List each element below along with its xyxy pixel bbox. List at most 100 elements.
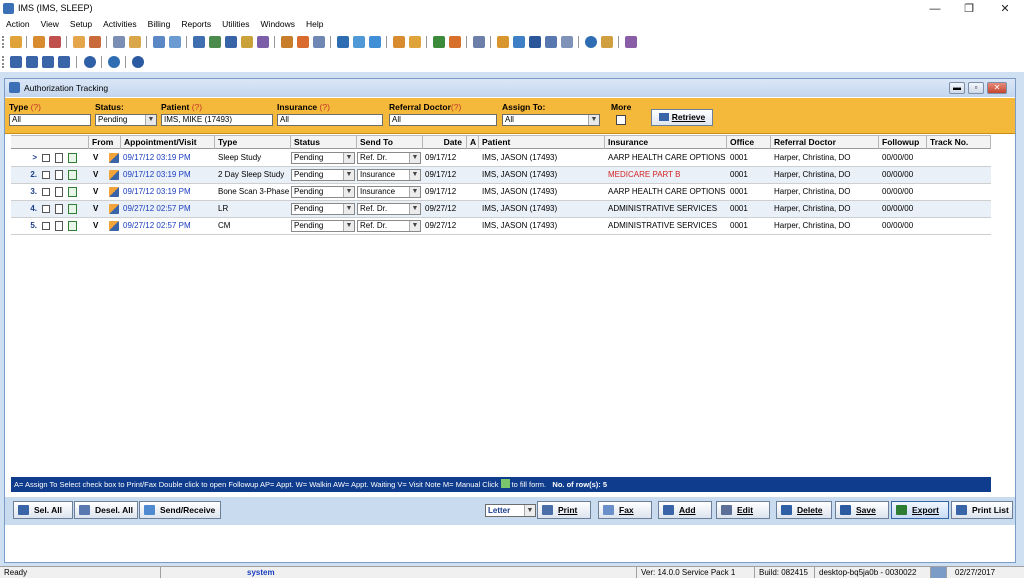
tools-icon[interactable] [297, 36, 309, 48]
chevron-down-icon[interactable]: ▼ [409, 153, 420, 163]
help-icon[interactable] [108, 56, 120, 68]
document-icon[interactable] [55, 170, 63, 180]
letter-select[interactable]: Letter ▼ [485, 504, 536, 517]
status-dropdown[interactable]: Pending ▼ [291, 186, 355, 198]
settings-icon[interactable] [313, 36, 325, 48]
chevron-down-icon[interactable]: ▼ [343, 221, 354, 231]
claims-icon[interactable] [209, 36, 221, 48]
folder-icon[interactable] [393, 36, 405, 48]
chevron-down-icon[interactable]: ▼ [524, 505, 535, 516]
chevron-down-icon[interactable]: ▼ [343, 187, 354, 197]
chevron-down-icon[interactable]: ▼ [343, 153, 354, 163]
row-checkbox[interactable] [42, 188, 50, 196]
row-checkbox[interactable] [42, 171, 50, 179]
scan-icon[interactable] [545, 36, 557, 48]
edit-appointment-icon[interactable] [109, 204, 119, 214]
status-dropdown[interactable]: Pending ▼ [291, 169, 355, 181]
type-help[interactable]: (?) [31, 102, 41, 112]
report-icon[interactable] [281, 36, 293, 48]
header-status[interactable]: Status [291, 136, 357, 149]
appointment-cell[interactable]: 09/17/12 03:19 PM [121, 184, 215, 200]
select-all-button[interactable]: Sel. All [13, 501, 73, 519]
ledger-icon[interactable] [241, 36, 253, 48]
close-button[interactable]: ✕ [988, 1, 1022, 17]
document-icon[interactable] [55, 221, 63, 231]
chevron-down-icon[interactable]: ▼ [343, 170, 354, 180]
status-dropdown[interactable]: Pending ▼ [291, 203, 355, 215]
last-record-icon[interactable] [58, 56, 70, 68]
delete-button[interactable]: Delete [776, 501, 832, 519]
header-assign[interactable]: A [467, 136, 479, 149]
chevron-down-icon[interactable]: ▼ [588, 115, 599, 125]
calculator-icon[interactable] [561, 36, 573, 48]
header-type[interactable]: Type [215, 136, 291, 149]
header-referral-doctor[interactable]: Referral Doctor [771, 136, 879, 149]
chevron-down-icon[interactable]: ▼ [409, 221, 420, 231]
print-list-button[interactable]: Print List [951, 501, 1013, 519]
table-row[interactable]: 5. V 09/27/12 02:57 PM CM Pending ▼ Ref. Dr. ▼ 0… [11, 218, 991, 235]
close-circle-icon[interactable] [132, 56, 144, 68]
appointment-cell[interactable]: 09/27/12 02:57 PM [121, 218, 215, 234]
edit-button[interactable]: Edit [716, 501, 770, 519]
menu-billing[interactable]: Billing [142, 18, 176, 31]
print-button[interactable]: Print [537, 501, 591, 519]
refresh-icon[interactable] [84, 56, 96, 68]
header-insurance[interactable]: Insurance [605, 136, 727, 149]
document-icon[interactable] [55, 153, 63, 163]
note-icon[interactable] [169, 36, 181, 48]
status-select[interactable]: Pending ▼ [95, 114, 157, 126]
child-minimize-button[interactable]: ▬ [949, 82, 965, 94]
header-date[interactable]: Date [423, 136, 467, 149]
document-icon[interactable] [55, 204, 63, 214]
fax-icon[interactable] [513, 36, 525, 48]
sync-icon[interactable] [353, 36, 365, 48]
appointment-icon[interactable] [73, 36, 85, 48]
appointment-cell[interactable]: 09/17/12 03:19 PM [121, 167, 215, 183]
chevron-down-icon[interactable]: ▼ [409, 204, 420, 214]
row-checkbox[interactable] [42, 222, 50, 230]
fill-form-icon[interactable] [68, 187, 77, 197]
table-row[interactable]: 2. V 09/17/12 03:19 PM 2 Day Sleep Study Pen… [11, 167, 991, 184]
export-icon[interactable] [449, 36, 461, 48]
fill-form-icon[interactable] [68, 153, 77, 163]
patient-help[interactable]: (?) [192, 102, 202, 112]
menu-help[interactable]: Help [300, 18, 328, 31]
more-checkbox[interactable] [616, 115, 626, 125]
fill-form-icon[interactable] [68, 221, 77, 231]
send-to-dropdown[interactable]: Insurance ▼ [357, 186, 421, 198]
retrieve-button[interactable]: Retrieve [651, 109, 713, 126]
chevron-down-icon[interactable]: ▼ [409, 187, 420, 197]
patient-field[interactable]: IMS, MIKE (17493) [161, 114, 273, 126]
assign-to-select[interactable]: All ▼ [502, 114, 600, 126]
referral-doctor-field[interactable]: All [389, 114, 497, 126]
lab-icon[interactable] [129, 36, 141, 48]
patient-icon[interactable] [33, 36, 45, 48]
edit-appointment-icon[interactable] [109, 221, 119, 231]
row-checkbox[interactable] [42, 154, 50, 162]
chevron-down-icon[interactable]: ▼ [343, 204, 354, 214]
header-office[interactable]: Office [727, 136, 771, 149]
type-field[interactable]: All [9, 114, 91, 126]
word-icon[interactable] [529, 36, 541, 48]
header-track-no[interactable]: Track No. [927, 136, 991, 149]
save-button[interactable]: Save [835, 501, 889, 519]
fill-form-icon[interactable] [68, 204, 77, 214]
status-dropdown[interactable]: Pending ▼ [291, 152, 355, 164]
exit-icon[interactable] [625, 36, 637, 48]
chevron-down-icon[interactable]: ▼ [145, 115, 156, 125]
insurance-field[interactable]: All [277, 114, 383, 126]
schedule-icon[interactable] [89, 36, 101, 48]
graph-icon[interactable] [433, 36, 445, 48]
payment-icon[interactable] [225, 36, 237, 48]
billing-icon[interactable] [193, 36, 205, 48]
lock-icon[interactable] [601, 36, 613, 48]
menu-view[interactable]: View [35, 18, 64, 31]
send-icon[interactable] [337, 36, 349, 48]
edit-appointment-icon[interactable] [109, 170, 119, 180]
first-record-icon[interactable] [10, 56, 22, 68]
status-dropdown[interactable]: Pending ▼ [291, 220, 355, 232]
menu-utilities[interactable]: Utilities [216, 18, 254, 31]
patient-edit-icon[interactable] [49, 36, 61, 48]
archive-icon[interactable] [409, 36, 421, 48]
edit-appointment-icon[interactable] [109, 153, 119, 163]
